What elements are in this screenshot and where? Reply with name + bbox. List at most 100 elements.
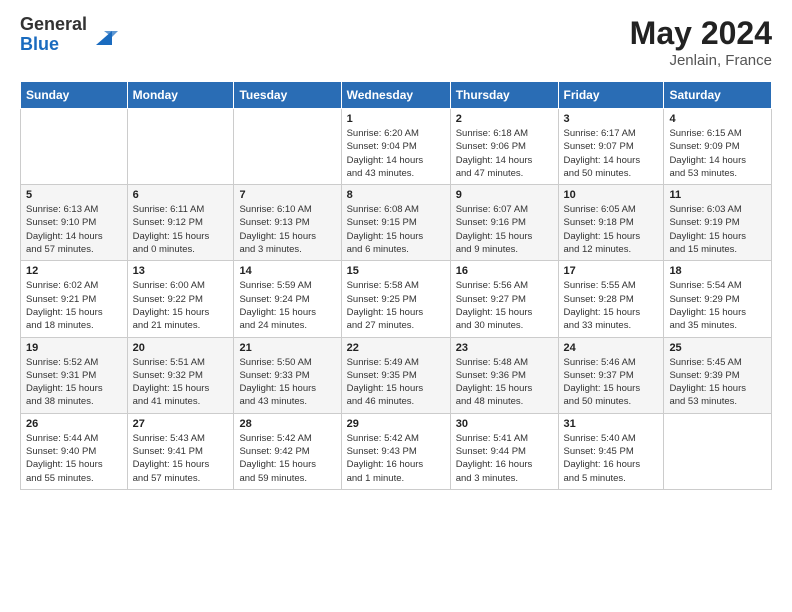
day-number: 8 [347, 189, 445, 201]
day-number: 24 [564, 342, 659, 354]
day-number: 30 [456, 418, 553, 430]
day-info: Sunrise: 5:48 AM Sunset: 9:36 PM Dayligh… [456, 356, 553, 409]
day-info: Sunrise: 5:56 AM Sunset: 9:27 PM Dayligh… [456, 279, 553, 332]
calendar-cell: 19 Sunrise: 5:52 AM Sunset: 9:31 PM Dayli… [21, 337, 128, 413]
day-number: 14 [239, 265, 335, 277]
day-number: 1 [347, 113, 445, 125]
day-number: 11 [669, 189, 766, 201]
title-month: May 2024 [630, 15, 772, 52]
calendar-cell: 10 Sunrise: 6:05 AM Sunset: 9:18 PM Dayli… [558, 185, 664, 261]
calendar-cell: 31 Sunrise: 5:40 AM Sunset: 9:45 PM Dayli… [558, 413, 664, 489]
calendar-cell: 11 Sunrise: 6:03 AM Sunset: 9:19 PM Dayli… [664, 185, 772, 261]
calendar-cell: 18Sunrise: 5:54 AM Sunset: 9:29 PM Dayli… [664, 261, 772, 337]
calendar-cell: 3 Sunrise: 6:17 AM Sunset: 9:07 PM Daylig… [558, 109, 664, 185]
col-friday: Friday [558, 82, 664, 109]
calendar-cell: 6 Sunrise: 6:11 AM Sunset: 9:12 PM Daylig… [127, 185, 234, 261]
day-number: 6 [133, 189, 229, 201]
week-row-3: 19 Sunrise: 5:52 AM Sunset: 9:31 PM Dayli… [21, 337, 772, 413]
day-number: 31 [564, 418, 659, 430]
day-number: 7 [239, 189, 335, 201]
calendar-cell: 29Sunrise: 5:42 AM Sunset: 9:43 PM Dayli… [341, 413, 450, 489]
day-info: Sunrise: 6:13 AM Sunset: 9:10 PM Dayligh… [26, 203, 122, 256]
day-number: 23 [456, 342, 553, 354]
week-row-1: 5 Sunrise: 6:13 AM Sunset: 9:10 PM Daylig… [21, 185, 772, 261]
col-monday: Monday [127, 82, 234, 109]
calendar-cell: 8 Sunrise: 6:08 AM Sunset: 9:15 PM Daylig… [341, 185, 450, 261]
day-number: 17 [564, 265, 659, 277]
day-number: 22 [347, 342, 445, 354]
col-sunday: Sunday [21, 82, 128, 109]
calendar-cell: 21 Sunrise: 5:50 AM Sunset: 9:33 PM Dayli… [234, 337, 341, 413]
calendar-cell: 23 Sunrise: 5:48 AM Sunset: 9:36 PM Dayli… [450, 337, 558, 413]
calendar-cell: 24 Sunrise: 5:46 AM Sunset: 9:37 PM Dayli… [558, 337, 664, 413]
calendar-cell: 20 Sunrise: 5:51 AM Sunset: 9:32 PM Dayli… [127, 337, 234, 413]
logo-text: General Blue [20, 15, 87, 55]
day-info: Sunrise: 5:49 AM Sunset: 9:35 PM Dayligh… [347, 356, 445, 409]
day-info: Sunrise: 6:08 AM Sunset: 9:15 PM Dayligh… [347, 203, 445, 256]
calendar-cell: 5 Sunrise: 6:13 AM Sunset: 9:10 PM Daylig… [21, 185, 128, 261]
day-info: Sunrise: 5:52 AM Sunset: 9:31 PM Dayligh… [26, 356, 122, 409]
day-info: Sunrise: 6:11 AM Sunset: 9:12 PM Dayligh… [133, 203, 229, 256]
calendar-cell [21, 109, 128, 185]
day-info: Sunrise: 5:40 AM Sunset: 9:45 PM Dayligh… [564, 432, 659, 485]
day-info: Sunrise: 5:51 AM Sunset: 9:32 PM Dayligh… [133, 356, 229, 409]
logo-icon [90, 23, 118, 51]
day-number: 5 [26, 189, 122, 201]
day-number: 12 [26, 265, 122, 277]
calendar-cell: 22 Sunrise: 5:49 AM Sunset: 9:35 PM Dayli… [341, 337, 450, 413]
calendar-cell: 1Sunrise: 6:20 AM Sunset: 9:04 PM Daylig… [341, 109, 450, 185]
day-info: Sunrise: 6:07 AM Sunset: 9:16 PM Dayligh… [456, 203, 553, 256]
calendar-cell: 15 Sunrise: 5:58 AM Sunset: 9:25 PM Dayli… [341, 261, 450, 337]
day-number: 4 [669, 113, 766, 125]
calendar-table: Sunday Monday Tuesday Wednesday Thursday… [20, 81, 772, 490]
calendar-cell: 14 Sunrise: 5:59 AM Sunset: 9:24 PM Dayli… [234, 261, 341, 337]
day-number: 21 [239, 342, 335, 354]
day-info: Sunrise: 6:15 AM Sunset: 9:09 PM Dayligh… [669, 127, 766, 180]
day-info: Sunrise: 6:05 AM Sunset: 9:18 PM Dayligh… [564, 203, 659, 256]
day-number: 15 [347, 265, 445, 277]
day-info: Sunrise: 5:43 AM Sunset: 9:41 PM Dayligh… [133, 432, 229, 485]
calendar-cell: 26 Sunrise: 5:44 AM Sunset: 9:40 PM Dayli… [21, 413, 128, 489]
day-info: Sunrise: 5:59 AM Sunset: 9:24 PM Dayligh… [239, 279, 335, 332]
day-number: 28 [239, 418, 335, 430]
day-number: 2 [456, 113, 553, 125]
day-info: Sunrise: 5:42 AM Sunset: 9:42 PM Dayligh… [239, 432, 335, 485]
calendar-cell [234, 109, 341, 185]
calendar-cell: 2 Sunrise: 6:18 AM Sunset: 9:06 PM Daylig… [450, 109, 558, 185]
day-number: 3 [564, 113, 659, 125]
day-number: 16 [456, 265, 553, 277]
day-number: 27 [133, 418, 229, 430]
day-number: 29 [347, 418, 445, 430]
day-info: Sunrise: 5:44 AM Sunset: 9:40 PM Dayligh… [26, 432, 122, 485]
day-number: 18 [669, 265, 766, 277]
day-number: 26 [26, 418, 122, 430]
logo-general: General [20, 15, 87, 35]
day-info: Sunrise: 5:58 AM Sunset: 9:25 PM Dayligh… [347, 279, 445, 332]
logo: General Blue [20, 15, 118, 55]
day-number: 9 [456, 189, 553, 201]
day-info: Sunrise: 6:10 AM Sunset: 9:13 PM Dayligh… [239, 203, 335, 256]
day-info: Sunrise: 6:18 AM Sunset: 9:06 PM Dayligh… [456, 127, 553, 180]
day-info: Sunrise: 5:46 AM Sunset: 9:37 PM Dayligh… [564, 356, 659, 409]
calendar-cell: 7 Sunrise: 6:10 AM Sunset: 9:13 PM Daylig… [234, 185, 341, 261]
day-number: 20 [133, 342, 229, 354]
day-info: Sunrise: 6:03 AM Sunset: 9:19 PM Dayligh… [669, 203, 766, 256]
day-info: Sunrise: 5:41 AM Sunset: 9:44 PM Dayligh… [456, 432, 553, 485]
col-thursday: Thursday [450, 82, 558, 109]
day-info: Sunrise: 5:50 AM Sunset: 9:33 PM Dayligh… [239, 356, 335, 409]
header-row: Sunday Monday Tuesday Wednesday Thursday… [21, 82, 772, 109]
header: General Blue May 2024 Jenlain, France [20, 15, 772, 69]
day-info: Sunrise: 6:00 AM Sunset: 9:22 PM Dayligh… [133, 279, 229, 332]
calendar-cell: 13 Sunrise: 6:00 AM Sunset: 9:22 PM Dayli… [127, 261, 234, 337]
calendar-cell [664, 413, 772, 489]
week-row-0: 1Sunrise: 6:20 AM Sunset: 9:04 PM Daylig… [21, 109, 772, 185]
day-info: Sunrise: 6:02 AM Sunset: 9:21 PM Dayligh… [26, 279, 122, 332]
day-info: Sunrise: 6:17 AM Sunset: 9:07 PM Dayligh… [564, 127, 659, 180]
day-number: 13 [133, 265, 229, 277]
col-tuesday: Tuesday [234, 82, 341, 109]
day-number: 19 [26, 342, 122, 354]
col-saturday: Saturday [664, 82, 772, 109]
calendar-cell [127, 109, 234, 185]
day-number: 10 [564, 189, 659, 201]
calendar-cell: 16 Sunrise: 5:56 AM Sunset: 9:27 PM Dayli… [450, 261, 558, 337]
